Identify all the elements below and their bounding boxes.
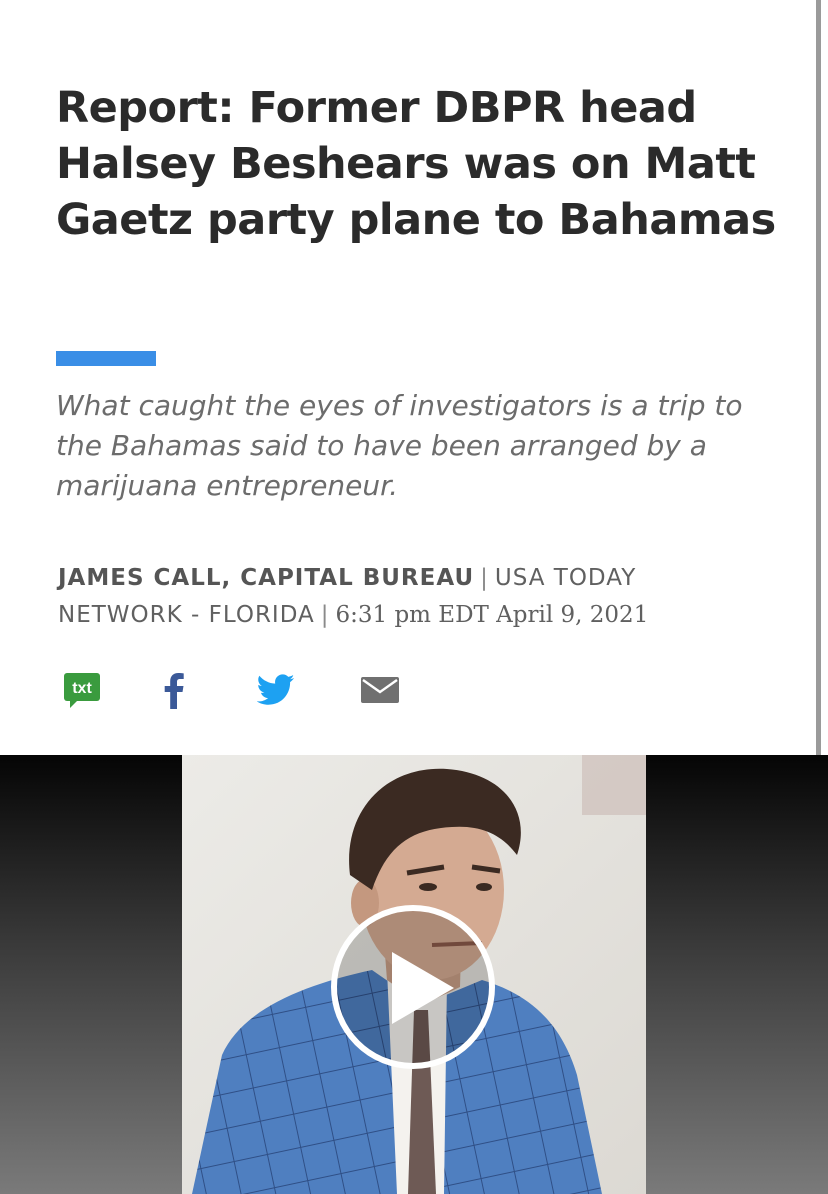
share-twitter-button[interactable] (254, 668, 298, 712)
article-headline: Report: Former DBPR head Halsey Beshears… (56, 83, 776, 245)
accent-bar (56, 351, 156, 366)
video-player[interactable] (0, 755, 828, 1194)
twitter-icon (257, 674, 295, 705)
article-page: Report: Former DBPR head Halsey Beshears… (0, 0, 828, 1194)
share-bar: txt (60, 668, 420, 712)
byline-separator-2: | (320, 602, 330, 628)
video-play-button[interactable] (330, 904, 496, 1070)
txt-icon-label: txt (72, 680, 92, 697)
email-icon (361, 677, 399, 703)
share-email-button[interactable] (358, 668, 402, 712)
facebook-icon (164, 673, 184, 709)
txt-icon: txt (64, 673, 100, 708)
byline-timestamp: 6:31 pm EDT April 9, 2021 (335, 602, 649, 628)
byline-author[interactable]: JAMES CALL, CAPITAL BUREAU (58, 565, 474, 591)
play-icon (331, 905, 495, 1069)
share-txt-button[interactable]: txt (60, 668, 104, 712)
byline: JAMES CALL, CAPITAL BUREAU | USA TODAY NET… (58, 560, 758, 634)
article-summary: What caught the eyes of investigators is… (56, 389, 743, 502)
byline-separator: | (480, 565, 489, 591)
share-facebook-button[interactable] (152, 668, 196, 712)
scrollbar[interactable] (816, 0, 821, 755)
